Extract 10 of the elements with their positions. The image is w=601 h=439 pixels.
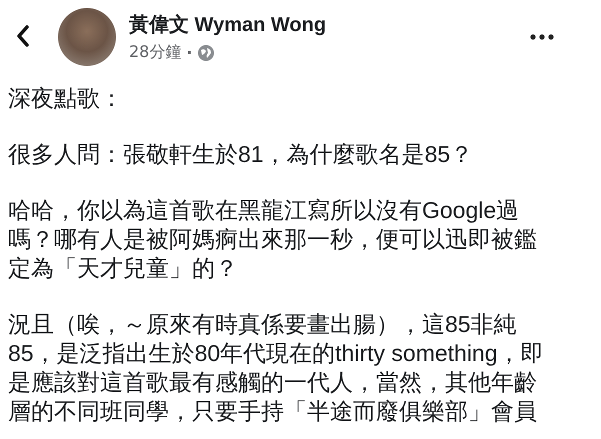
post-paragraph: 深夜點歌：	[8, 84, 124, 113]
post-paragraph: 很多人問：張敬軒生於81，為什麼歌名是85？	[8, 140, 474, 169]
author-name[interactable]: 黃偉文 Wyman Wong	[129, 11, 530, 38]
post-time: 28分鐘	[129, 42, 182, 63]
post-paragraph: 哈哈，你以為這首歌在黑龍江寫所以沒有Google過 嗎？哪有人是被阿媽痾出來那一秒，便可以迅即被鑑 定為「天才兒童」的？	[8, 196, 538, 283]
post-paragraph: 況且（唉，～原來有時真係要畫出腸），這85非純 85，是泛指出生於80年代現在的thirty something，即 是應該對這首歌最有感觸的一代人，當然，其他年齡 層的不同班同學，只要手持「半途而廢俱樂部」會員	[8, 310, 545, 426]
back-icon[interactable]	[16, 24, 30, 48]
separator-dot: ·	[186, 43, 192, 62]
more-options-icon[interactable]	[530, 34, 554, 40]
globe-icon	[197, 44, 216, 62]
